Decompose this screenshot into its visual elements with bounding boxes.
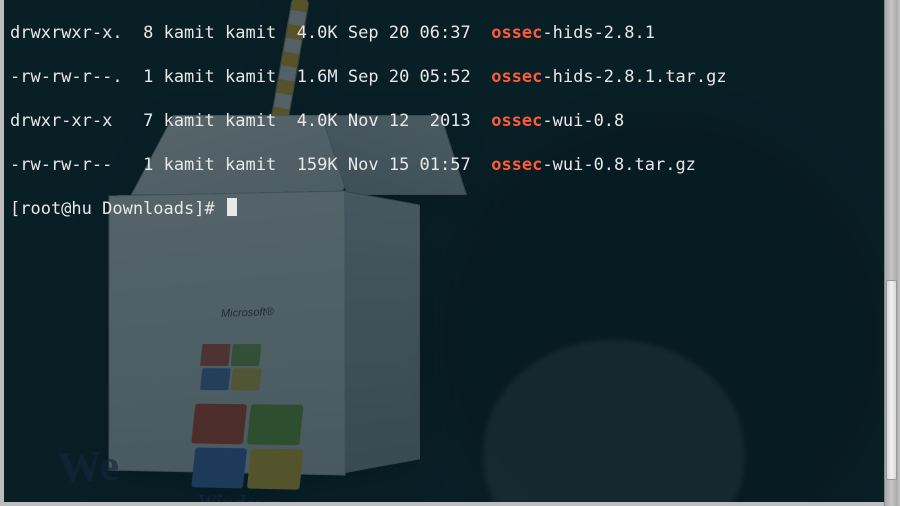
microsoft-label: Microsoft®: [221, 301, 275, 325]
windows-logo-small: [201, 344, 283, 405]
ls-row: drwxrwxr-x. 8 kamit kamit 4.0K Sep 20 06…: [10, 22, 878, 44]
ls-row: -rw-rw-r-- 1 kamit kamit 159K Nov 15 01:…: [10, 154, 878, 176]
grep-match: ossec: [491, 67, 542, 87]
window-frame: Microsoft® Windowsxp We [root@hu Downloa…: [0, 0, 900, 506]
shell-prompt: [root@hu Downloads]#: [10, 199, 225, 219]
windows-flag-green: [247, 404, 304, 445]
ls-row: drwxr-xr-x 7 kamit kamit 4.0K Nov 12 201…: [10, 110, 878, 132]
windows-flag-yellow: [247, 448, 304, 489]
windows-wordmark: Windowsxp: [197, 491, 296, 502]
terminal-output: [root@hu Downloads]# ls -lh | grep -i os…: [10, 0, 878, 264]
grep-match: ossec: [491, 111, 542, 131]
windows-flag-blue: [191, 447, 247, 488]
ls-row: -rw-rw-r--. 1 kamit kamit 1.6M Sep 20 05…: [10, 66, 878, 88]
grep-match: ossec: [491, 155, 542, 175]
wallpaper-we-text: We: [57, 454, 119, 479]
vertical-scrollbar-thumb[interactable]: [886, 280, 897, 480]
cursor-block: [227, 198, 237, 216]
windows-flag-red: [191, 404, 247, 445]
terminal-viewport[interactable]: Microsoft® Windowsxp We [root@hu Downloa…: [4, 0, 884, 502]
vertical-scrollbar[interactable]: [884, 0, 898, 506]
prompt-line[interactable]: [root@hu Downloads]#: [10, 198, 878, 220]
grep-match: ossec: [491, 23, 542, 43]
windows-logo: Windowsxp: [193, 404, 344, 502]
